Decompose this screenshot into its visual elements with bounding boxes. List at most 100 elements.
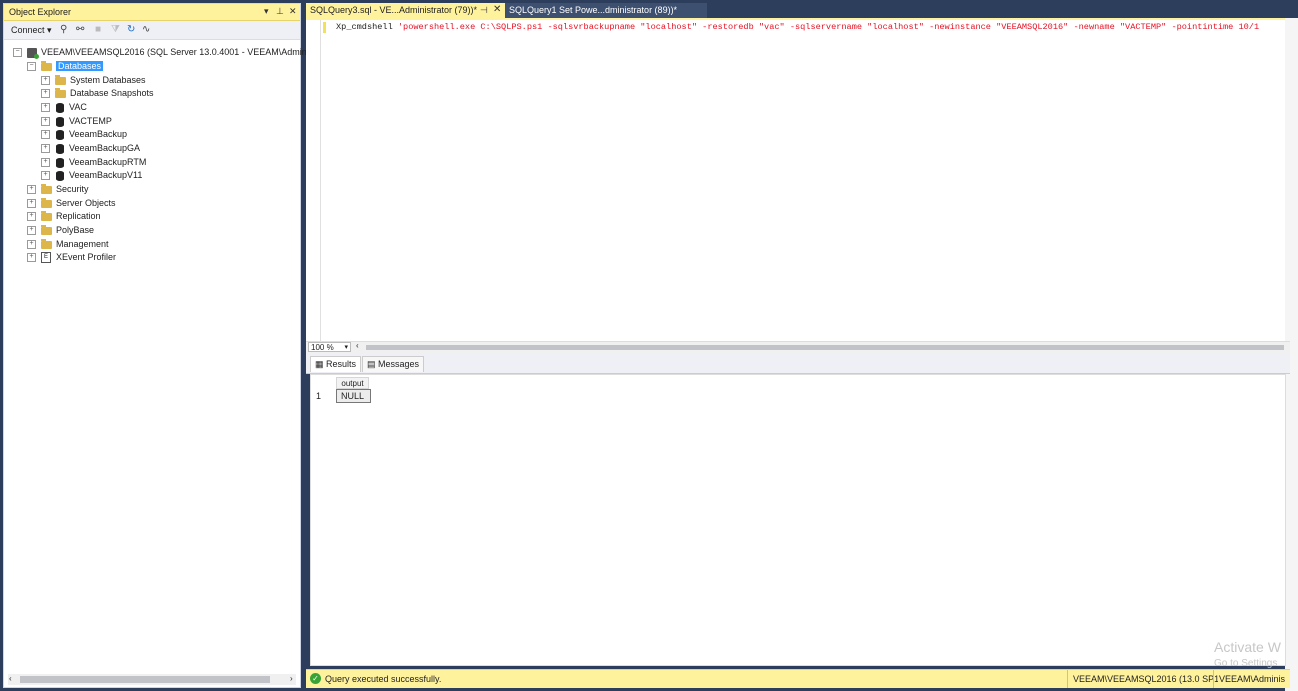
- zoom-value: 100 %: [311, 343, 334, 352]
- tree-label: Security: [56, 184, 89, 194]
- refresh-icon[interactable]: ↻: [127, 24, 135, 35]
- connect-button[interactable]: Connect ▾: [11, 25, 52, 36]
- tab-sqlquery1[interactable]: SQLQuery1 Set Powe...dministrator (89))*: [505, 3, 707, 18]
- tree-label: XEvent Profiler: [56, 252, 117, 262]
- object-explorer-tree: − VEEAM\VEEAMSQL2016 (SQL Server 13.0.400…: [4, 42, 316, 672]
- tab-sqlquery3[interactable]: SQLQuery3.sql - VE...Administrator (79))…: [306, 3, 505, 18]
- close-icon[interactable]: ✕: [289, 6, 297, 17]
- result-cell[interactable]: NULL: [336, 389, 371, 403]
- row-number: 1: [316, 391, 322, 401]
- scroll-left-icon[interactable]: ‹: [356, 341, 359, 350]
- tree-label: VeeamBackupGA: [69, 143, 141, 153]
- stop-icon[interactable]: ■: [95, 24, 101, 35]
- filter-icon[interactable]: ⧩: [111, 24, 120, 35]
- scroll-left-icon[interactable]: ‹: [9, 674, 12, 683]
- messages-icon: ▤: [367, 359, 376, 369]
- scroll-right-icon[interactable]: ›: [290, 674, 293, 683]
- tab-label: SQLQuery3.sql - VE...Administrator (79))…: [310, 5, 478, 15]
- object-explorer-title: Object Explorer: [9, 7, 72, 17]
- object-explorer-toolbar: Connect ▾ ⚲ ⚯ ■ ⧩ ↻ ∿: [4, 21, 300, 40]
- tree-label: Management: [56, 239, 109, 249]
- tree-label: Replication: [56, 211, 101, 221]
- folder-icon: [41, 224, 52, 235]
- tree-label: PolyBase: [56, 225, 95, 235]
- folder-icon: [55, 74, 66, 85]
- database-icon: [56, 102, 64, 113]
- expand-icon[interactable]: +: [41, 130, 50, 140]
- object-explorer-panel: Object Explorer ▾ ⊥ ✕ Connect ▾ ⚲ ⚯ ■ ⧩ …: [3, 3, 316, 688]
- tab-results[interactable]: ▦ Results: [310, 356, 362, 372]
- tree-label: VeeamBackup: [69, 129, 128, 139]
- tree-node-vactemp[interactable]: + VACTEMP: [41, 115, 112, 128]
- database-icon: [56, 129, 64, 140]
- tree-node-system-databases[interactable]: + System Databases: [41, 74, 146, 87]
- folder-icon: [41, 238, 52, 249]
- tree-node-replication[interactable]: + Replication: [27, 210, 101, 223]
- tree-node-xevent-profiler[interactable]: + E XEvent Profiler: [27, 251, 116, 264]
- grid-icon: ▦: [315, 359, 324, 369]
- collapse-icon[interactable]: −: [27, 62, 36, 72]
- database-icon: [56, 157, 64, 168]
- dropdown-icon[interactable]: ▾: [264, 6, 269, 17]
- tree-node-security[interactable]: + Security: [27, 183, 89, 196]
- status-user: VEEAM\Adminis: [1213, 670, 1289, 688]
- expand-icon[interactable]: +: [41, 76, 50, 86]
- tree-node-databases[interactable]: − Databases: [27, 60, 104, 73]
- activation-watermark: Activate W: [1214, 639, 1281, 655]
- check-icon: ✓: [310, 673, 321, 684]
- expand-icon[interactable]: +: [41, 158, 50, 168]
- folder-icon: [41, 60, 52, 71]
- tree-label: VeeamBackupV11: [69, 170, 143, 180]
- expand-icon[interactable]: +: [41, 117, 50, 127]
- scrollbar-thumb[interactable]: [366, 345, 1284, 350]
- status-bar: ✓ Query executed successfully. VEEAM\VEE…: [306, 669, 1290, 688]
- expand-icon[interactable]: +: [41, 144, 50, 154]
- code-string: 'powershell.exe C:\SQLPS.ps1 -sqlsvrback…: [397, 22, 1260, 32]
- expand-icon[interactable]: +: [41, 89, 50, 99]
- editor-horizontal-scrollbar[interactable]: ‹: [356, 341, 1286, 351]
- zoom-select[interactable]: 100 % ▾: [308, 342, 351, 352]
- server-icon: [27, 47, 39, 59]
- tree-node-veeambackup[interactable]: + VeeamBackup: [41, 128, 127, 141]
- change-marker: [323, 22, 326, 33]
- database-icon: [56, 143, 64, 154]
- tree-node-server-objects[interactable]: + Server Objects: [27, 197, 116, 210]
- expand-icon[interactable]: +: [27, 240, 36, 250]
- expand-icon[interactable]: +: [27, 226, 36, 236]
- collapse-icon[interactable]: −: [13, 48, 22, 58]
- scrollbar-thumb[interactable]: [20, 676, 270, 683]
- expand-icon[interactable]: +: [27, 185, 36, 195]
- connect-icon[interactable]: ⚲: [60, 24, 67, 35]
- pin-icon[interactable]: ⊥: [276, 6, 284, 17]
- code-line[interactable]: Xp_cmdshell 'powershell.exe C:\SQLPS.ps1…: [336, 22, 1259, 33]
- expand-icon[interactable]: +: [27, 199, 36, 209]
- tree-node-polybase[interactable]: + PolyBase: [27, 224, 94, 237]
- database-icon: [56, 116, 64, 127]
- tree-node-vac[interactable]: + VAC: [41, 101, 87, 114]
- close-tab-icon[interactable]: ✕: [493, 4, 501, 15]
- activity-monitor-icon[interactable]: ∿: [142, 24, 150, 35]
- status-message: Query executed successfully.: [325, 674, 442, 684]
- expand-icon[interactable]: +: [41, 171, 50, 181]
- object-explorer-horizontal-scrollbar[interactable]: ‹ ›: [8, 674, 296, 685]
- disconnect-icon[interactable]: ⚯: [76, 24, 84, 35]
- tree-node-veeambackupv11[interactable]: + VeeamBackupV11: [41, 169, 142, 182]
- tree-node-veeambackuprtm[interactable]: + VeeamBackupRTM: [41, 156, 146, 169]
- folder-icon: [41, 183, 52, 194]
- expand-icon[interactable]: +: [27, 253, 36, 263]
- tree-node-veeambackupga[interactable]: + VeeamBackupGA: [41, 142, 140, 155]
- tab-messages[interactable]: ▤ Messages: [362, 356, 425, 372]
- column-header[interactable]: output: [336, 377, 369, 389]
- expand-icon[interactable]: +: [41, 103, 50, 113]
- tree-node-server[interactable]: − VEEAM\VEEAMSQL2016 (SQL Server 13.0.400…: [13, 46, 316, 59]
- tree-node-database-snapshots[interactable]: + Database Snapshots: [41, 87, 154, 100]
- folder-icon: [41, 210, 52, 221]
- expand-icon[interactable]: +: [27, 212, 36, 222]
- tab-results-label: Results: [326, 359, 357, 369]
- code-keyword: Xp_cmdshell: [336, 22, 398, 32]
- tab-messages-label: Messages: [378, 359, 420, 369]
- tree-node-management[interactable]: + Management: [27, 238, 109, 251]
- results-grid[interactable]: output 1 NULL: [310, 374, 1286, 666]
- query-editor[interactable]: Xp_cmdshell 'powershell.exe C:\SQLPS.ps1…: [306, 20, 1290, 341]
- pin-icon[interactable]: ⊣: [480, 5, 488, 16]
